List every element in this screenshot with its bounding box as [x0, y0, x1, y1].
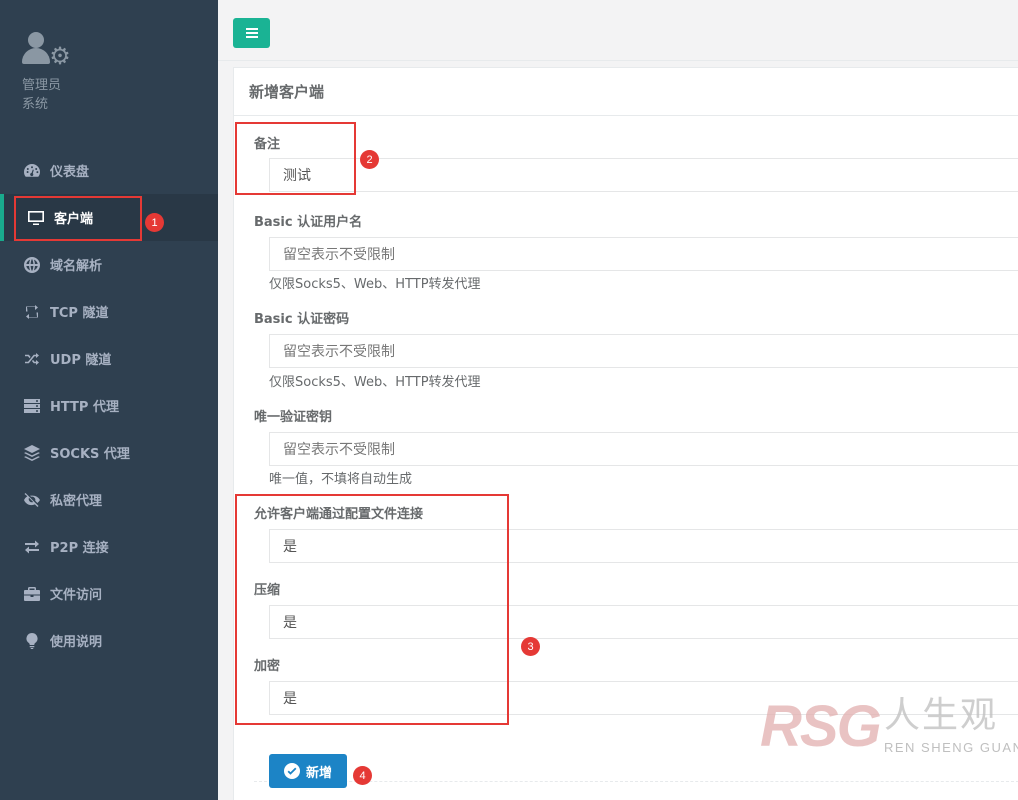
lightbulb-icon — [22, 632, 42, 650]
sidebar-item-file[interactable]: 文件访问 — [0, 570, 218, 617]
globe-icon — [22, 256, 42, 274]
exchange-icon — [22, 538, 42, 556]
basic-pass-input[interactable]: 留空表示不受限制 — [269, 334, 1018, 368]
annotation-badge-3: 3 — [521, 637, 540, 656]
profile-name: 管理员 — [22, 78, 62, 93]
briefcase-icon — [22, 585, 42, 603]
check-circle-icon — [283, 763, 300, 779]
sidebar-item-dashboard[interactable]: 仪表盘 — [0, 147, 218, 194]
random-icon — [22, 350, 42, 368]
sidebar-item-label: SOCKS 代理 — [50, 447, 130, 462]
watermark-logo-text: RSG — [760, 694, 882, 759]
sidebar: ⚙ 管理员 系统 仪表盘 客户端 域名解析 TCP 隧道 UDP 隧道 HTTP… — [0, 0, 218, 800]
remark-input[interactable]: 测试 — [269, 158, 1018, 192]
profile-role: 系统 — [22, 97, 49, 112]
retweet-icon — [22, 303, 42, 321]
annotation-badge-1: 1 — [145, 213, 164, 232]
compress-label: 压缩 — [254, 583, 281, 598]
config-conn-label: 允许客户端通过配置文件连接 — [254, 507, 424, 522]
sidebar-item-label: TCP 隧道 — [50, 306, 109, 321]
layers-icon — [22, 444, 42, 462]
sidebar-item-label: 私密代理 — [50, 494, 103, 509]
basic-user-help: 仅限Socks5、Web、HTTP转发代理 — [269, 277, 481, 292]
add-submit-button[interactable]: 新增 — [269, 754, 347, 788]
sidebar-item-label: UDP 隧道 — [50, 353, 112, 368]
vkey-input[interactable]: 留空表示不受限制 — [269, 432, 1018, 466]
server-icon — [22, 397, 42, 415]
sidebar-nav: 仪表盘 客户端 域名解析 TCP 隧道 UDP 隧道 HTTP 代理 SOCKS… — [0, 147, 218, 664]
content-panel: 新增客户端 备注 测试 Basic 认证用户名 留空表示不受限制 仅限Socks… — [233, 67, 1018, 800]
sidebar-item-label: 文件访问 — [50, 588, 103, 603]
sidebar-item-help[interactable]: 使用说明 — [0, 617, 218, 664]
hamburger-icon — [245, 28, 258, 38]
sidebar-item-http[interactable]: HTTP 代理 — [0, 382, 218, 429]
monitor-icon — [26, 209, 46, 227]
user-profile: ⚙ 管理员 系统 — [22, 30, 74, 114]
sidebar-toggle-button[interactable] — [233, 18, 270, 48]
sidebar-item-label: 仪表盘 — [50, 165, 90, 180]
compress-select[interactable]: 是 — [269, 605, 1018, 639]
sidebar-item-secret[interactable]: 私密代理 — [0, 476, 218, 523]
sidebar-item-socks[interactable]: SOCKS 代理 — [0, 429, 218, 476]
sidebar-item-udp[interactable]: UDP 隧道 — [0, 335, 218, 382]
sidebar-item-tcp[interactable]: TCP 隧道 — [0, 288, 218, 335]
page-title: 新增客户端 — [234, 68, 1018, 116]
annotation-badge-2: 2 — [360, 150, 379, 169]
sidebar-item-p2p[interactable]: P2P 连接 — [0, 523, 218, 570]
sidebar-item-label: 使用说明 — [50, 635, 103, 650]
rsg-watermark-logo: RSG 人生观 REN SHENG GUAN — [760, 692, 1018, 762]
dashboard-icon — [22, 162, 42, 180]
sidebar-item-domain[interactable]: 域名解析 — [0, 241, 218, 288]
sidebar-item-label: HTTP 代理 — [50, 400, 119, 415]
sidebar-item-label: P2P 连接 — [50, 541, 109, 556]
sidebar-item-label: 客户端 — [54, 212, 94, 227]
sidebar-item-client[interactable]: 客户端 — [0, 194, 218, 241]
sidebar-item-label: 域名解析 — [50, 259, 103, 274]
config-conn-select[interactable]: 是 — [269, 529, 1018, 563]
basic-pass-help: 仅限Socks5、Web、HTTP转发代理 — [269, 375, 481, 390]
annotation-badge-4: 4 — [353, 766, 372, 785]
watermark-cn-text: 人生观 — [884, 695, 999, 736]
basic-pass-label: Basic 认证密码 — [254, 312, 350, 327]
top-navbar — [218, 0, 1018, 61]
watermark-en-text: REN SHENG GUAN — [884, 740, 1018, 755]
eye-slash-icon — [22, 491, 42, 509]
remark-label: 备注 — [254, 137, 281, 152]
basic-user-label: Basic 认证用户名 — [254, 215, 363, 230]
add-submit-label: 新增 — [305, 765, 332, 781]
crypt-label: 加密 — [254, 659, 281, 674]
basic-user-input[interactable]: 留空表示不受限制 — [269, 237, 1018, 271]
admin-avatar-icon: ⚙ — [22, 30, 74, 74]
vkey-label: 唯一验证密钥 — [254, 410, 333, 425]
vkey-help: 唯一值，不填将自动生成 — [269, 472, 413, 487]
